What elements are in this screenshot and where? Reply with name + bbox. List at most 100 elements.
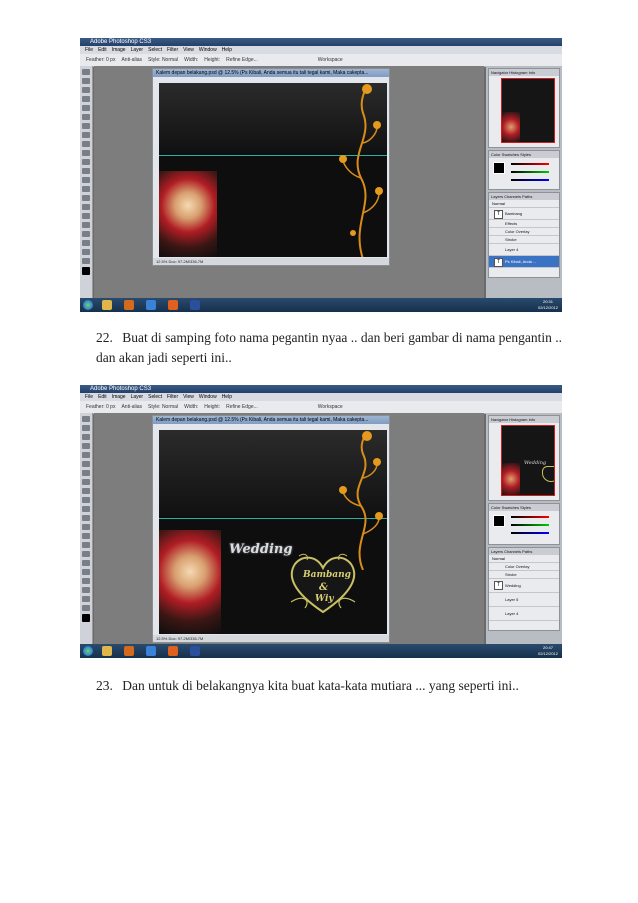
- dodge-tool-icon[interactable]: [82, 533, 90, 539]
- green-slider[interactable]: [511, 171, 549, 173]
- antialias-option[interactable]: Anti-alias: [121, 57, 142, 63]
- wand-tool-icon[interactable]: [82, 443, 90, 449]
- layer-effect-row[interactable]: Stroke: [489, 236, 559, 244]
- antialias-option[interactable]: Anti-alias: [121, 404, 142, 410]
- menu-window[interactable]: Window: [199, 47, 217, 53]
- firefox-icon[interactable]: [168, 300, 178, 310]
- media-icon[interactable]: [124, 300, 134, 310]
- hand-tool-icon[interactable]: [82, 249, 90, 255]
- blend-mode-select[interactable]: Normal: [489, 555, 559, 563]
- pen-tool-icon[interactable]: [82, 542, 90, 548]
- media-icon[interactable]: [124, 646, 134, 656]
- crop-tool-icon[interactable]: [82, 452, 90, 458]
- marquee-tool-icon[interactable]: [82, 425, 90, 431]
- foreground-color-swatch[interactable]: [82, 614, 90, 622]
- eyedropper-tool-icon[interactable]: [82, 587, 90, 593]
- feather-option[interactable]: Feather: 0 px: [86, 404, 115, 410]
- red-slider[interactable]: [511, 163, 549, 165]
- style-option[interactable]: Style: Normal: [148, 57, 178, 63]
- navigator-thumbnail[interactable]: [501, 78, 555, 143]
- shape-tool-icon[interactable]: [82, 569, 90, 575]
- menu-layer[interactable]: Layer: [131, 47, 144, 53]
- lasso-tool-icon[interactable]: [82, 87, 90, 93]
- photoshop-task-icon[interactable]: [190, 646, 200, 656]
- photoshop-task-icon[interactable]: [190, 300, 200, 310]
- color-tabs[interactable]: Color Swatches Styles: [489, 504, 559, 511]
- refine-edge-button[interactable]: Refine Edge...: [226, 404, 258, 410]
- width-option[interactable]: Width:: [184, 57, 198, 63]
- marquee-tool-icon[interactable]: [82, 78, 90, 84]
- brush-tool-icon[interactable]: [82, 479, 90, 485]
- menu-filter[interactable]: Filter: [167, 394, 178, 400]
- menu-select[interactable]: Select: [148, 47, 162, 53]
- history-brush-icon[interactable]: [82, 497, 90, 503]
- workspace-button[interactable]: Workspace: [318, 404, 343, 410]
- foreground-swatch[interactable]: [493, 162, 505, 174]
- menu-view[interactable]: View: [183, 47, 194, 53]
- red-slider[interactable]: [511, 516, 549, 518]
- height-option[interactable]: Height:: [204, 57, 220, 63]
- menu-file[interactable]: File: [85, 47, 93, 53]
- heal-tool-icon[interactable]: [82, 470, 90, 476]
- browser-icon[interactable]: [146, 300, 156, 310]
- type-tool-icon[interactable]: [82, 551, 90, 557]
- slice-tool-icon[interactable]: [82, 114, 90, 120]
- start-button[interactable]: [83, 646, 93, 656]
- slice-tool-icon[interactable]: [82, 461, 90, 467]
- layer-effect-row[interactable]: Color Overlay: [489, 563, 559, 571]
- layer-row[interactable]: Layer 4: [489, 244, 559, 256]
- explorer-icon[interactable]: [102, 300, 112, 310]
- color-tabs[interactable]: Color Swatches Styles: [489, 151, 559, 158]
- menu-help[interactable]: Help: [222, 47, 232, 53]
- zoom-tool-icon[interactable]: [82, 605, 90, 611]
- pen-tool-icon[interactable]: [82, 195, 90, 201]
- navigator-tabs[interactable]: Navigator Histogram Info: [489, 69, 559, 76]
- menu-view[interactable]: View: [183, 394, 194, 400]
- layer-row[interactable]: T Bambang: [489, 208, 559, 220]
- foreground-color-swatch[interactable]: [82, 267, 90, 275]
- workspace-button[interactable]: Workspace: [318, 57, 343, 63]
- refine-edge-button[interactable]: Refine Edge...: [226, 57, 258, 63]
- brush-tool-icon[interactable]: [82, 132, 90, 138]
- layer-effect-row[interactable]: Effects: [489, 220, 559, 228]
- move-tool-icon[interactable]: [82, 69, 90, 75]
- blue-slider[interactable]: [511, 532, 549, 534]
- menu-help[interactable]: Help: [222, 394, 232, 400]
- menu-filter[interactable]: Filter: [167, 47, 178, 53]
- menu-file[interactable]: File: [85, 394, 93, 400]
- blend-mode-select[interactable]: Normal: [489, 200, 559, 208]
- layer-effect-row[interactable]: Stroke: [489, 571, 559, 579]
- eyedropper-tool-icon[interactable]: [82, 240, 90, 246]
- gradient-tool-icon[interactable]: [82, 168, 90, 174]
- feather-option[interactable]: Feather: 0 px: [86, 57, 115, 63]
- menu-image[interactable]: Image: [112, 47, 126, 53]
- hand-tool-icon[interactable]: [82, 596, 90, 602]
- menu-image[interactable]: Image: [112, 394, 126, 400]
- height-option[interactable]: Height:: [204, 404, 220, 410]
- shape-tool-icon[interactable]: [82, 222, 90, 228]
- dodge-tool-icon[interactable]: [82, 186, 90, 192]
- wand-tool-icon[interactable]: [82, 96, 90, 102]
- menu-edit[interactable]: Edit: [98, 47, 107, 53]
- layer-row-selected[interactable]: T Ps Kibali, Anda ...: [489, 256, 559, 268]
- explorer-icon[interactable]: [102, 646, 112, 656]
- firefox-icon[interactable]: [168, 646, 178, 656]
- browser-icon[interactable]: [146, 646, 156, 656]
- layer-effect-row[interactable]: Color Overlay: [489, 228, 559, 236]
- width-option[interactable]: Width:: [184, 404, 198, 410]
- layer-row[interactable]: Layer 5: [489, 593, 559, 607]
- path-select-icon[interactable]: [82, 213, 90, 219]
- stamp-tool-icon[interactable]: [82, 488, 90, 494]
- layer-row[interactable]: T Wedding: [489, 579, 559, 593]
- green-slider[interactable]: [511, 524, 549, 526]
- menu-window[interactable]: Window: [199, 394, 217, 400]
- eraser-tool-icon[interactable]: [82, 159, 90, 165]
- blue-slider[interactable]: [511, 179, 549, 181]
- menu-edit[interactable]: Edit: [98, 394, 107, 400]
- type-tool-icon[interactable]: [82, 204, 90, 210]
- document-canvas[interactable]: [159, 83, 387, 257]
- notes-tool-icon[interactable]: [82, 231, 90, 237]
- blur-tool-icon[interactable]: [82, 524, 90, 530]
- blur-tool-icon[interactable]: [82, 177, 90, 183]
- history-brush-icon[interactable]: [82, 150, 90, 156]
